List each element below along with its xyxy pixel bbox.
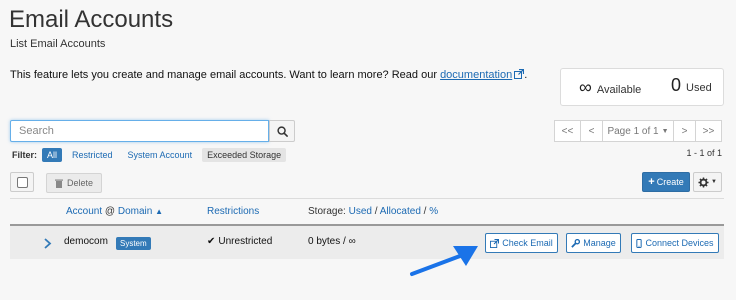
at-sign: @: [104, 206, 116, 217]
check-email-button[interactable]: Check Email: [485, 233, 558, 253]
restrictions-header[interactable]: Restrictions: [207, 206, 259, 217]
documentation-link[interactable]: documentation: [440, 69, 512, 81]
intro-period: .: [524, 69, 528, 81]
caret-down-icon: ▼: [661, 127, 669, 135]
checkbox-square: [16, 176, 28, 188]
delete-button[interactable]: Delete: [46, 173, 103, 193]
filter-system-account[interactable]: System Account: [123, 148, 198, 162]
filter-all[interactable]: All: [42, 148, 63, 162]
page-select-label: Page 1 of 1: [607, 125, 659, 137]
used-value: 0: [671, 75, 682, 95]
available-value: ∞: [579, 77, 592, 97]
last-page-button[interactable]: >>: [695, 120, 722, 142]
caret-down-icon: ▼: [711, 179, 717, 185]
manage-button[interactable]: Manage: [566, 233, 621, 253]
page-title: Email Accounts: [9, 6, 174, 33]
used-sort-link[interactable]: Used: [349, 206, 372, 217]
storage-value: 0 bytes / ∞: [308, 236, 356, 247]
page-select[interactable]: Page 1 of 1 ▼: [602, 120, 674, 142]
next-page-button[interactable]: >: [673, 120, 696, 142]
filter-restricted[interactable]: Restricted: [67, 148, 118, 162]
storage-prefix: Storage:: [308, 206, 346, 217]
trash-icon: [55, 179, 63, 188]
available-stat: ∞ Available: [579, 77, 641, 98]
restrictions-cell: ✔ Unrestricted: [207, 236, 272, 247]
search-button[interactable]: [269, 120, 295, 142]
used-stat: 0 Used: [671, 75, 712, 96]
external-link-icon[interactable]: [514, 68, 525, 79]
first-page-button[interactable]: <<: [554, 120, 581, 142]
gear-icon: [698, 176, 709, 188]
account-domain-header[interactable]: Account @ Domain ▲: [66, 206, 163, 217]
restrictions-value: Unrestricted: [218, 236, 273, 247]
prev-page-button[interactable]: <: [580, 120, 603, 142]
available-label: Available: [596, 84, 642, 96]
plus-icon: +: [648, 176, 655, 188]
used-label: Used: [686, 82, 712, 94]
connect-devices-label: Connect Devices: [645, 238, 714, 248]
create-button[interactable]: + Create: [642, 172, 690, 192]
storage-separator: /: [423, 206, 427, 217]
system-badge: System: [116, 237, 151, 250]
filter-label: Filter:: [12, 150, 38, 160]
pagination: << < Page 1 of 1 ▼ > >>: [554, 120, 722, 142]
account-stats: ∞ Available 0 Used: [560, 68, 724, 106]
intro-message: This feature lets you create and manage …: [10, 69, 437, 81]
annotation-arrow: [410, 246, 478, 276]
restrictions-header-label[interactable]: Restrictions: [207, 206, 259, 217]
wrench-icon: [571, 238, 581, 248]
divider: [10, 198, 724, 199]
create-label: Create: [656, 177, 684, 187]
allocated-sort-link[interactable]: Allocated: [380, 206, 421, 217]
expand-row-chevron-icon[interactable]: [43, 236, 52, 254]
filter-bar: Filter: All Restricted System Account Ex…: [12, 148, 291, 162]
external-link-icon: [490, 238, 500, 248]
connect-devices-button[interactable]: Connect Devices: [631, 233, 719, 253]
mobile-icon: [636, 238, 643, 248]
search-icon: [276, 125, 288, 137]
account-name: democom: [64, 236, 108, 247]
sort-up-icon: ▲: [155, 207, 164, 216]
settings-dropdown-button[interactable]: ▼: [693, 172, 722, 192]
page-subtitle: List Email Accounts: [10, 38, 106, 50]
result-count: 1 - 1 of 1: [686, 148, 722, 158]
select-all-checkbox[interactable]: [10, 172, 34, 192]
percent-sort-link[interactable]: %: [429, 206, 438, 217]
intro-text: This feature lets you create and manage …: [10, 68, 528, 81]
search-input[interactable]: [10, 120, 269, 142]
check-email-label: Check Email: [502, 238, 553, 248]
manage-label: Manage: [583, 238, 616, 248]
check-icon: ✔: [207, 236, 216, 247]
storage-header: Storage: Used / Allocated / %: [308, 206, 438, 217]
domain-header[interactable]: Domain: [118, 206, 152, 217]
delete-label: Delete: [67, 178, 94, 188]
storage-separator: /: [374, 206, 378, 217]
account-header[interactable]: Account: [66, 206, 102, 217]
filter-exceeded-storage[interactable]: Exceeded Storage: [202, 148, 287, 162]
